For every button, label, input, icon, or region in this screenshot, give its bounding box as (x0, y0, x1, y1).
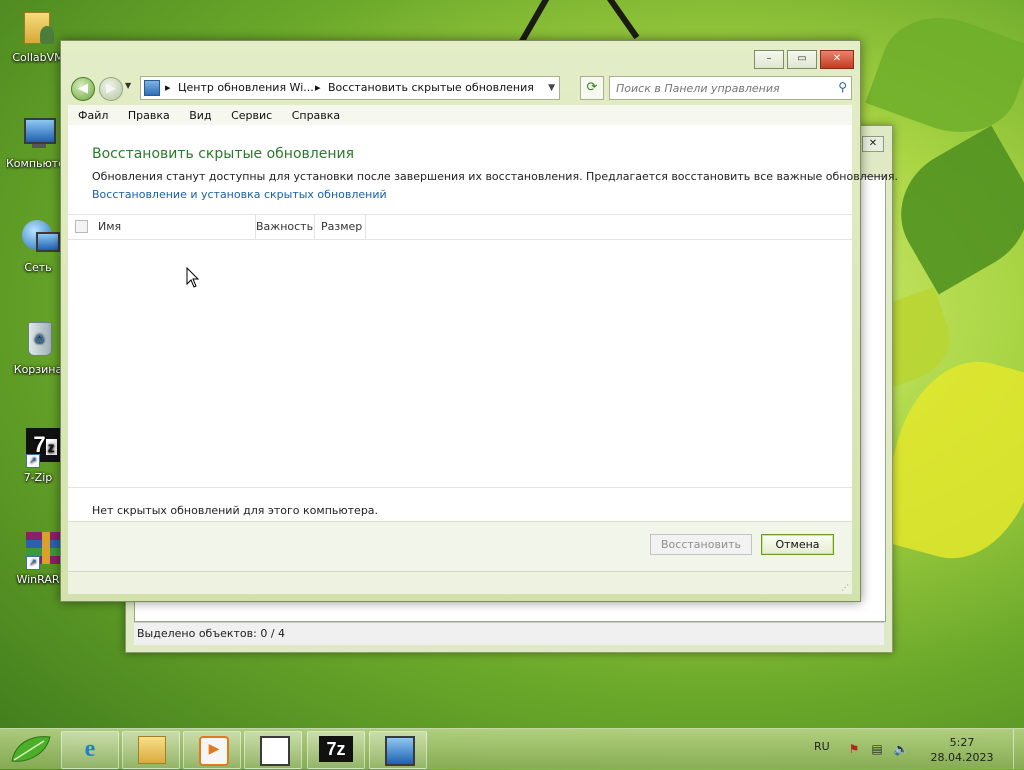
background-window-close-button[interactable]: ✕ (862, 136, 884, 152)
background-window-status-bar: Выделено объектов: 0 / 4 (134, 622, 884, 645)
network-status-icon[interactable]: ▤ (869, 741, 885, 757)
selection-status-text: Выделено объектов: 0 / 4 (137, 627, 286, 640)
resize-grip-icon[interactable]: ⋰ (841, 583, 849, 592)
menu-tools[interactable]: Сервис (221, 105, 272, 122)
taskbar-remote-desktop[interactable] (369, 731, 427, 769)
taskbar-file-explorer[interactable] (122, 731, 180, 769)
internet-explorer-icon: e (84, 736, 96, 762)
column-size[interactable]: Размер (315, 215, 366, 239)
volume-muted-icon[interactable]: 🔈 (893, 741, 909, 757)
empty-list-message: Нет скрытых обновлений для этого компьют… (92, 504, 379, 517)
media-player-icon: ▶ (199, 736, 229, 766)
wallpaper-branch (518, 0, 554, 45)
winrar-icon: ↗ (18, 530, 66, 570)
back-arrow-icon[interactable]: ◀ (71, 77, 95, 101)
breadcrumb-restore-hidden-updates[interactable]: Восстановить скрытые обновления (328, 77, 534, 99)
7zip-icon: 7z ↗ (18, 428, 64, 468)
page-description: Обновления станут доступны для установки… (92, 170, 898, 183)
search-input[interactable] (614, 77, 833, 99)
taskbar-control-panel[interactable] (244, 731, 302, 769)
close-button[interactable]: ✕ (820, 50, 854, 69)
menu-view[interactable]: Вид (179, 105, 211, 122)
taskbar-media-player[interactable]: ▶ (183, 731, 241, 769)
forward-arrow-icon[interactable]: ▶ (99, 77, 123, 101)
taskbar: e ▶ 7z RU ⚑ ▤ 🔈 5:27 28.04.2023 (0, 728, 1024, 769)
control-panel-icon (144, 80, 160, 96)
computer-icon (18, 114, 58, 154)
clock-date: 28.04.2023 (930, 751, 994, 764)
breadcrumb-separator[interactable]: ▸ (315, 77, 321, 99)
folder-icon (138, 736, 166, 764)
page-title: Восстановить скрытые обновления (92, 146, 354, 162)
window-status-bar: ⋰ (68, 571, 852, 594)
network-globe-icon (18, 218, 60, 258)
wallpaper-branch (600, 0, 640, 40)
cancel-button[interactable]: Отмена (761, 534, 834, 555)
search-icon[interactable]: ⚲ (838, 80, 847, 94)
menu-edit[interactable]: Правка (118, 105, 170, 122)
menu-file[interactable]: Файл (68, 105, 108, 122)
updates-list-header: Имя Важность Размер (68, 214, 852, 240)
start-button[interactable] (4, 731, 56, 767)
recent-pages-dropdown-icon[interactable]: ▼ (125, 81, 135, 93)
minimize-button[interactable]: – (754, 50, 784, 69)
breadcrumb-windows-update[interactable]: Центр обновления Wi... (178, 77, 314, 99)
address-dropdown-icon[interactable]: ▼ (548, 77, 555, 99)
clock-time: 5:27 (949, 736, 975, 749)
maximize-button[interactable]: ▭ (787, 50, 817, 69)
select-all-checkbox[interactable] (75, 220, 88, 233)
breadcrumb-separator[interactable]: ▸ (165, 77, 171, 99)
remote-desktop-icon (385, 736, 415, 766)
restore-button[interactable]: Восстановить (650, 534, 752, 555)
menu-bar: Файл Правка Вид Сервис Справка (68, 105, 852, 126)
restore-hidden-updates-window[interactable]: – ▭ ✕ ◀ ▶ ▼ ▸ Центр обновления Wi... ▸ В… (60, 40, 898, 602)
recycle-bin-icon: ♻ (18, 320, 58, 360)
show-desktop-button[interactable] (1013, 729, 1024, 769)
taskbar-internet-explorer[interactable]: e (61, 731, 119, 769)
start-leaf-icon (11, 736, 51, 762)
system-clock[interactable]: 5:27 28.04.2023 (926, 735, 998, 765)
mouse-cursor-icon (186, 267, 200, 288)
list-divider (68, 487, 852, 488)
folder-user-icon (18, 8, 58, 48)
restore-install-help-link[interactable]: Восстановление и установка скрытых обнов… (92, 188, 387, 201)
taskbar-7zip[interactable]: 7z (307, 731, 365, 769)
action-center-flag-icon[interactable]: ⚑ (846, 741, 862, 757)
wallpaper-leaf (878, 125, 1024, 295)
menu-help[interactable]: Справка (282, 105, 340, 122)
7zip-icon: 7z (319, 736, 353, 762)
main-content: Восстановить скрытые обновления Обновлен… (68, 125, 898, 521)
refresh-icon[interactable]: ⟳ (580, 76, 604, 100)
column-name[interactable]: Имя (92, 215, 256, 239)
window-list-icon (260, 736, 290, 766)
dialog-footer: Восстановить Отмена (68, 521, 852, 572)
column-importance[interactable]: Важность (250, 215, 315, 239)
address-bar[interactable]: ▸ Центр обновления Wi... ▸ Восстановить … (140, 76, 560, 100)
search-box[interactable]: ⚲ (609, 76, 852, 100)
language-indicator[interactable]: RU (814, 740, 830, 753)
